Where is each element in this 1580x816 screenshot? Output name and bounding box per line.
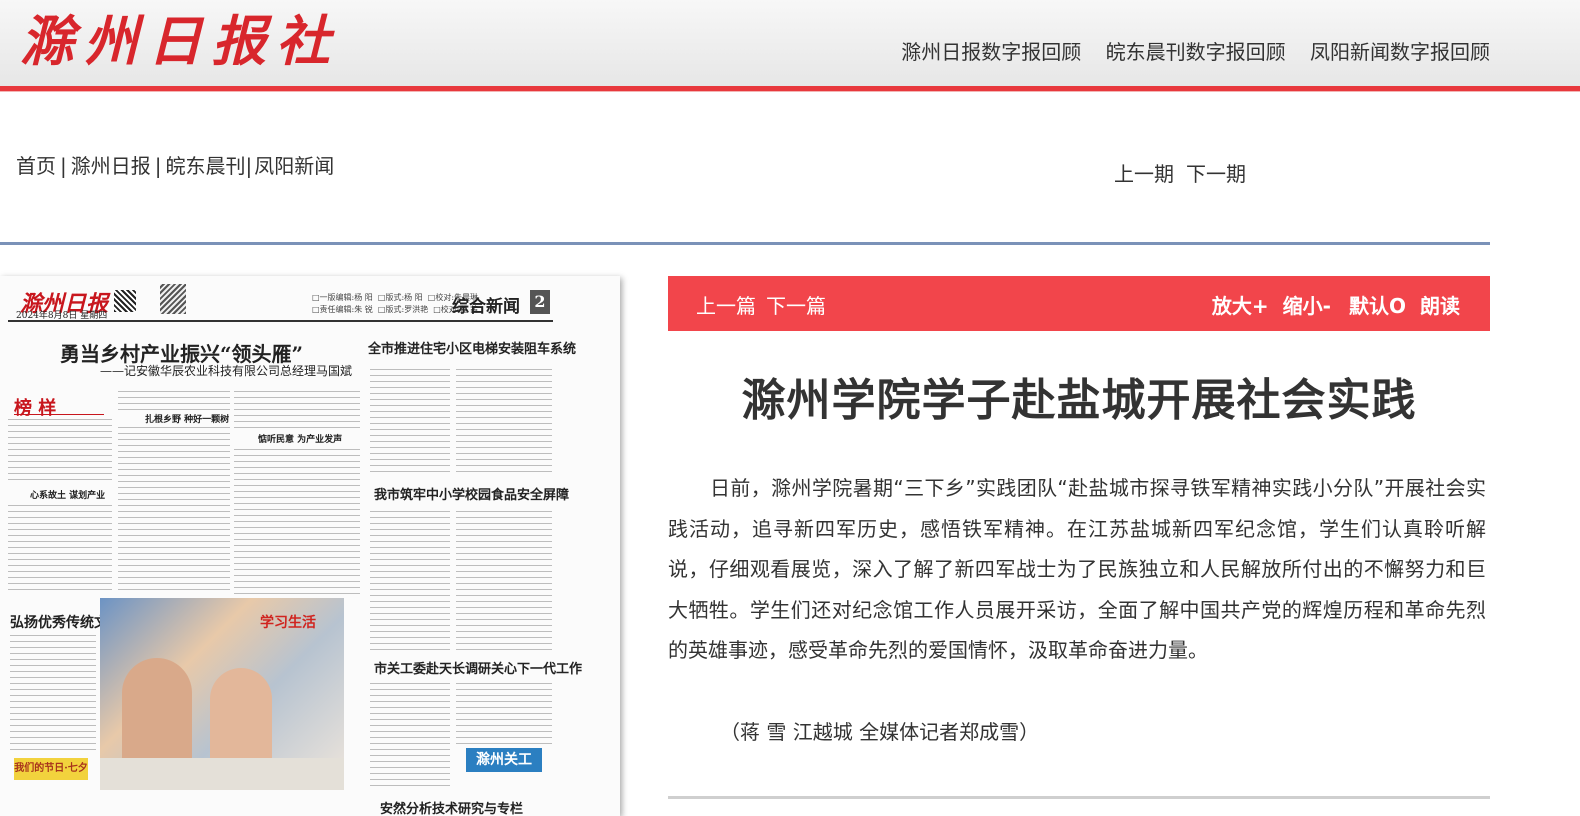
phone-qr-icon <box>160 284 186 314</box>
nav-separator: | <box>245 154 253 178</box>
nav-home[interactable]: 首页 <box>16 154 56 178</box>
paper-page-number: 2 <box>530 290 550 314</box>
paper-rule <box>8 320 553 322</box>
read-aloud-button[interactable]: 朗读 <box>1420 294 1460 318</box>
article-body: 日前，滁州学院暑期“三下乡”实践团队“赴盐城市探寻铁军精神实践小分队”开展社会实… <box>668 476 1486 662</box>
article-nav: 上一篇 下一篇 <box>696 290 836 319</box>
zoom-out-button[interactable]: 缩小- <box>1283 294 1331 318</box>
paper-text-block <box>370 508 450 650</box>
section-divider <box>0 242 1490 245</box>
prev-article-link[interactable]: 上一篇 <box>696 294 756 318</box>
paper-text-block <box>8 416 112 484</box>
paper-festival-tag: 我们的节日·七夕 <box>14 758 88 780</box>
prev-issue-link[interactable]: 上一期 <box>1114 162 1174 186</box>
next-article-link[interactable]: 下一篇 <box>766 294 826 318</box>
default-size-button[interactable]: 默认O <box>1349 294 1406 318</box>
zoom-in-button[interactable]: 放大+ <box>1212 294 1269 318</box>
paper-subhead: 惦听民意 为产业发声 <box>258 435 343 445</box>
nav-separator: | <box>60 154 67 178</box>
paper-text-block <box>10 632 96 752</box>
nav-fengyang-news[interactable]: 凤阳新闻 <box>254 154 334 178</box>
paper-text-block <box>234 388 360 428</box>
issue-nav: 上一期 下一期 <box>1114 158 1258 187</box>
paper-photo: 学习生活 <box>100 598 344 790</box>
nav-wandong-morning[interactable]: 皖东晨刊 <box>166 154 246 178</box>
paper-text-block <box>8 502 112 590</box>
paper-text-block <box>118 388 230 410</box>
paper-headline[interactable]: 我市筑牢中小学校园食品安全屏障 <box>374 484 569 503</box>
paper-text-block <box>234 446 360 594</box>
nav-chuzhou-daily[interactable]: 滁州日报 <box>71 154 151 178</box>
header-divider-shadow <box>0 91 1580 92</box>
paper-text-block <box>456 508 552 650</box>
photo-person <box>210 668 272 768</box>
nav-wandong-morning-archive[interactable]: 皖东晨刊数字报回顾 <box>1106 40 1286 64</box>
paper-headline-sub: ——记安徽华辰农业科技有限公司总经理马国斌 <box>100 364 353 378</box>
article-title: 滁州学院学子赴盐城开展社会实践 <box>741 375 1417 426</box>
paper-text-block <box>370 680 450 790</box>
paper-badge: 榜 样 <box>14 394 104 419</box>
paper-text-block <box>370 366 450 474</box>
paper-headline[interactable]: 全市推进住宅小区电梯安装阻车系统 <box>368 338 576 357</box>
paper-headline[interactable]: 市关工委赴天长调研关心下一代工作 <box>374 658 582 677</box>
nav-separator: | <box>154 154 162 178</box>
newspaper-page-image[interactable]: 滁州日报 2024年8月8日 星期四 □一版编辑:杨 阳 □版式:杨 阳 □校对… <box>0 276 620 816</box>
paper-subhead: 心系故土 谋划产业 <box>30 491 106 501</box>
reading-tools: 放大+ 缩小- 默认O 朗读 <box>1198 290 1460 319</box>
paper-text-block <box>456 680 552 744</box>
photo-sign: 学习生活 <box>260 615 316 631</box>
article-bottom-divider <box>668 796 1490 799</box>
site-logo[interactable]: 滁州日报社 <box>20 8 340 74</box>
paper-text-block <box>118 424 230 594</box>
nav-chuzhou-daily-archive[interactable]: 滁州日报数字报回顾 <box>901 40 1081 64</box>
next-issue-link[interactable]: 下一期 <box>1186 162 1246 186</box>
breadcrumb-nav: 首页 | 滁州日报 | 皖东晨刊| 凤阳新闻 <box>16 150 334 179</box>
paper-headline[interactable]: 安然分析技术研究与专栏 <box>380 798 523 816</box>
paper-section-name: 综合新闻 <box>452 297 520 317</box>
article-toolbar: 上一篇 下一篇 放大+ 缩小- 默认O 朗读 <box>668 276 1490 331</box>
paper-text-block <box>456 366 552 474</box>
site-header: 滁州日报社 滁州日报数字报回顾 皖东晨刊数字报回顾 凤阳新闻数字报回顾 <box>0 0 1580 88</box>
qr-code-icon <box>114 290 136 312</box>
paper-column-tag: 滁州关工 <box>466 748 542 772</box>
article-byline: （蒋 雪 江越城 全媒体记者郑成雪） <box>720 720 1040 744</box>
archive-nav: 滁州日报数字报回顾 皖东晨刊数字报回顾 凤阳新闻数字报回顾 <box>883 36 1490 65</box>
nav-fengyang-news-archive[interactable]: 凤阳新闻数字报回顾 <box>1310 40 1490 64</box>
photo-person <box>122 658 192 768</box>
photo-table <box>100 758 344 790</box>
